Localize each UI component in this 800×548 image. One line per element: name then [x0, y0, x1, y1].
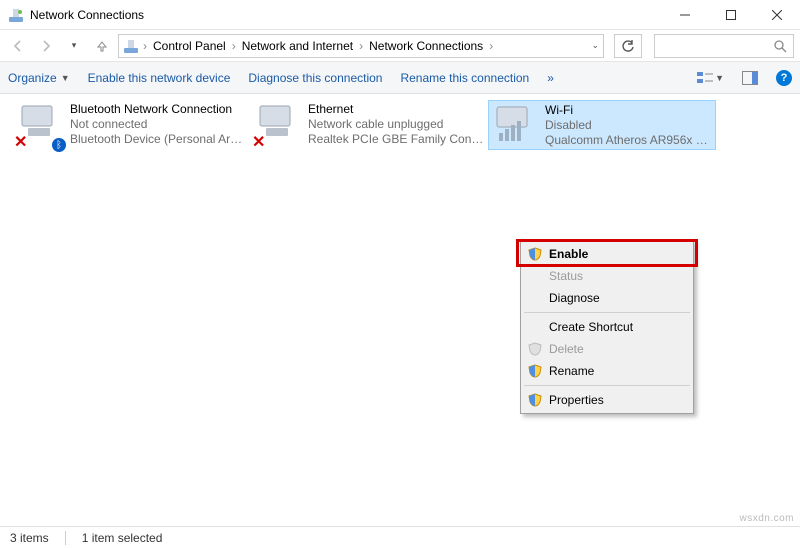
- forward-button[interactable]: [34, 34, 58, 58]
- connection-status: Not connected: [70, 117, 246, 132]
- breadcrumb-root-icon: [123, 38, 139, 54]
- menu-item-label: Enable: [549, 247, 588, 261]
- error-overlay-icon: ✕: [252, 132, 265, 152]
- chevron-right-icon: ›: [230, 39, 238, 53]
- connection-device: Qualcomm Atheros AR956x Wirel...: [545, 133, 713, 148]
- rename-connection-button[interactable]: Rename this connection: [400, 71, 529, 85]
- error-overlay-icon: ✕: [14, 132, 27, 152]
- bluetooth-overlay-icon: ᛒ: [52, 138, 66, 152]
- chevron-right-icon: ›: [487, 39, 495, 53]
- menu-item-delete: Delete: [523, 338, 691, 360]
- refresh-button[interactable]: [614, 34, 642, 58]
- shield-icon: [527, 247, 543, 261]
- connection-item-ethernet[interactable]: ✕ Ethernet Network cable unplugged Realt…: [252, 100, 486, 150]
- enable-device-button[interactable]: Enable this network device: [88, 71, 231, 85]
- menu-item-properties[interactable]: Properties: [523, 389, 691, 411]
- status-item-count: 3 items: [10, 531, 49, 545]
- chevron-right-icon: ›: [357, 39, 365, 53]
- chevron-right-icon: ›: [141, 39, 149, 53]
- breadcrumb-item[interactable]: Control Panel: [151, 39, 228, 53]
- title-bar: Network Connections: [0, 0, 800, 30]
- connection-item-wifi[interactable]: Wi-Fi Disabled Qualcomm Atheros AR956x W…: [488, 100, 716, 150]
- breadcrumb-item[interactable]: Network and Internet: [240, 39, 355, 53]
- menu-item-enable[interactable]: Enable: [523, 243, 691, 265]
- up-button[interactable]: [90, 34, 114, 58]
- connection-device: Bluetooth Device (Personal Area ...: [70, 132, 246, 147]
- breadcrumb[interactable]: › Control Panel › Network and Internet ›…: [118, 34, 604, 58]
- connection-name: Ethernet: [308, 102, 484, 117]
- command-bar: Organize▼ Enable this network device Dia…: [0, 62, 800, 94]
- shield-icon: [527, 342, 543, 356]
- content-area: ✕ ᛒ Bluetooth Network Connection Not con…: [0, 94, 800, 524]
- status-bar: 3 items 1 item selected: [0, 526, 800, 548]
- preview-pane-button[interactable]: [742, 71, 758, 85]
- menu-separator: [524, 385, 690, 386]
- help-button[interactable]: ?: [776, 70, 792, 86]
- menu-item-rename[interactable]: Rename: [523, 360, 691, 382]
- menu-item-label: Status: [549, 269, 583, 283]
- view-options-button[interactable]: ▼: [697, 71, 724, 85]
- back-button[interactable]: [6, 34, 30, 58]
- diagnose-connection-button[interactable]: Diagnose this connection: [248, 71, 382, 85]
- menu-item-label: Delete: [549, 342, 584, 356]
- connection-status: Disabled: [545, 118, 713, 133]
- menu-separator: [524, 312, 690, 313]
- shield-icon: [527, 364, 543, 378]
- overflow-button[interactable]: »: [547, 71, 554, 85]
- menu-item-status: Status: [523, 265, 691, 287]
- connection-item-bluetooth[interactable]: ✕ ᛒ Bluetooth Network Connection Not con…: [14, 100, 248, 150]
- connection-name: Wi-Fi: [545, 103, 713, 118]
- adapter-icon: [491, 103, 539, 151]
- shield-icon: [527, 393, 543, 407]
- connection-name: Bluetooth Network Connection: [70, 102, 246, 117]
- app-icon: [8, 7, 24, 23]
- search-input[interactable]: [654, 34, 794, 58]
- menu-item-label: Properties: [549, 393, 604, 407]
- history-dropdown[interactable]: ▾: [62, 34, 86, 58]
- window-title: Network Connections: [30, 8, 144, 22]
- breadcrumb-item[interactable]: Network Connections: [367, 39, 485, 53]
- connection-device: Realtek PCIe GBE Family Controller: [308, 132, 484, 147]
- menu-item-label: Diagnose: [549, 291, 600, 305]
- menu-item-label: Rename: [549, 364, 594, 378]
- menu-item-create-shortcut[interactable]: Create Shortcut: [523, 316, 691, 338]
- connection-status: Network cable unplugged: [308, 117, 484, 132]
- search-icon: [773, 39, 787, 53]
- path-dropdown[interactable]: ⌄: [591, 40, 599, 51]
- adapter-icon: ✕ ᛒ: [16, 102, 64, 150]
- status-selection-count: 1 item selected: [82, 531, 163, 545]
- separator: [65, 531, 66, 545]
- menu-item-diagnose[interactable]: Diagnose: [523, 287, 691, 309]
- context-menu: Enable Status Diagnose Create Shortcut D…: [520, 240, 694, 414]
- watermark: wsxdn.com: [739, 513, 794, 524]
- adapter-icon: ✕: [254, 102, 302, 150]
- menu-item-label: Create Shortcut: [549, 320, 633, 334]
- maximize-button[interactable]: [708, 0, 754, 30]
- organize-menu[interactable]: Organize▼: [8, 71, 70, 85]
- minimize-button[interactable]: [662, 0, 708, 30]
- address-bar: ▾ › Control Panel › Network and Internet…: [0, 30, 800, 62]
- close-button[interactable]: [754, 0, 800, 30]
